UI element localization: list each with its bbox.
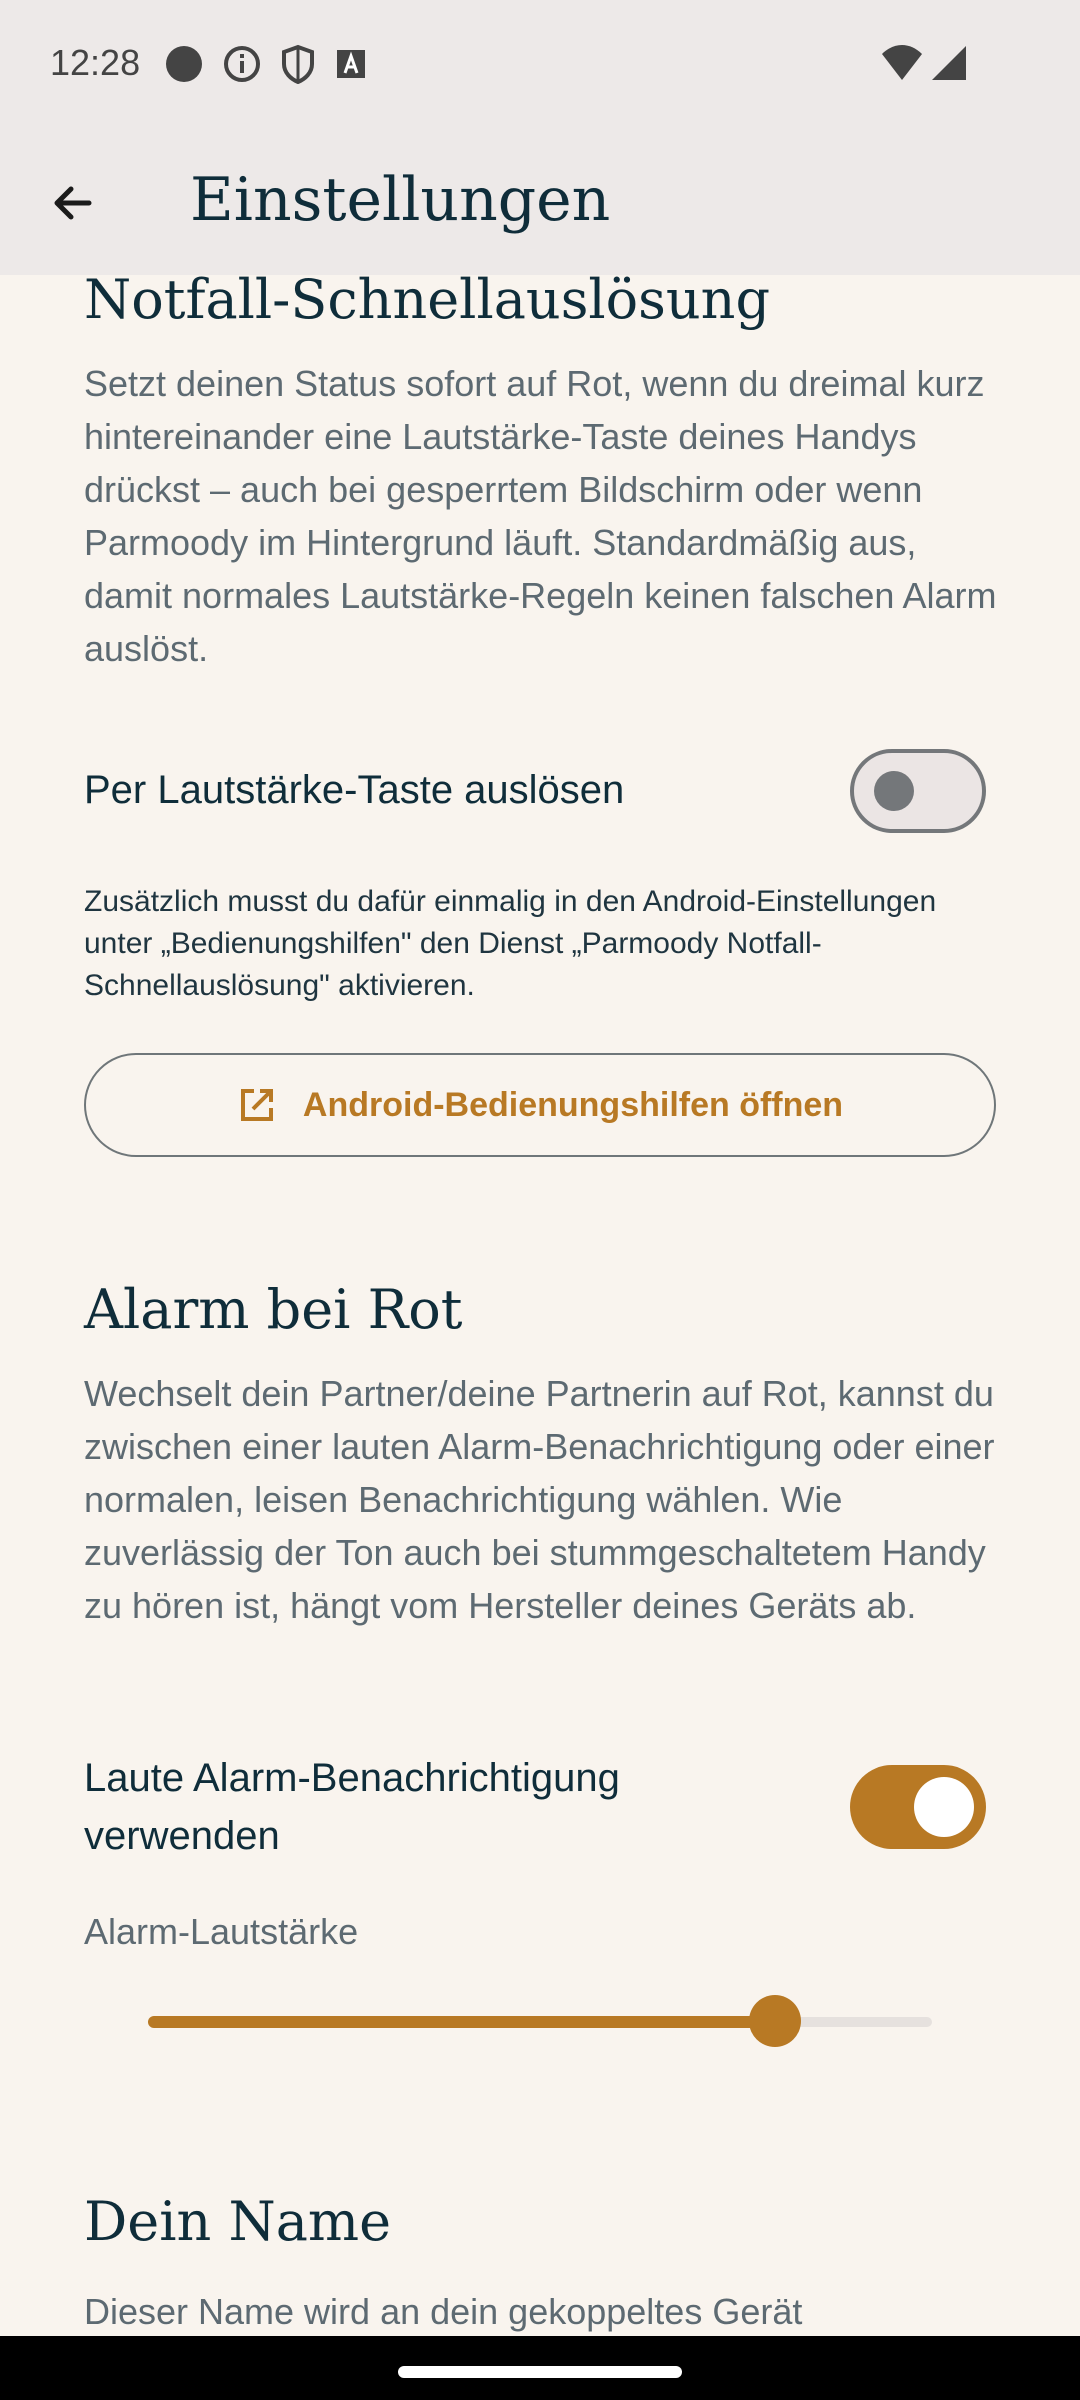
status-icons-right xyxy=(880,44,968,87)
alarm-volume-thumb[interactable] xyxy=(749,1995,802,2047)
alarm-volume-fill xyxy=(148,2016,776,2028)
cell-signal-icon xyxy=(930,44,968,87)
name-description: Dieser Name wird an dein gekoppeltes Ger… xyxy=(84,2291,803,2332)
shield-icon xyxy=(280,44,316,89)
arrow-left-icon xyxy=(54,186,92,220)
emergency-description: Setzt deinen Status sofort auf Rot, wenn… xyxy=(84,363,997,669)
alarm-section-title: Alarm bei Rot xyxy=(84,1278,463,1341)
navigation-bar xyxy=(0,2336,1080,2400)
name-section-title: Dein Name xyxy=(84,2190,392,2253)
back-button[interactable] xyxy=(30,160,116,246)
settings-content[interactable]: Notfall-Schnellauslösung Setzt deinen St… xyxy=(0,275,1080,2335)
status-bar: 12:28 xyxy=(0,0,1080,130)
accessibility-hint: Zusätzlich musst du dafür einmalig in de… xyxy=(84,885,937,1002)
alarm-description: Wechselt dein Partner/deine Partnerin au… xyxy=(84,1373,995,1626)
status-icons-left xyxy=(164,44,368,89)
loud-alarm-label: Laute Alarm-Benachrichtigung verwenden xyxy=(84,1756,620,1858)
record-dot-icon xyxy=(164,44,204,89)
keyboard-a-icon xyxy=(334,47,368,86)
alarm-volume-label: Alarm-Lautstärke xyxy=(84,1911,359,1952)
open-accessibility-button-label: Android-Bedienungshilfen öffnen xyxy=(302,1085,844,1124)
app-bar: Einstellungen xyxy=(0,130,1080,275)
toggle-knob xyxy=(874,771,914,811)
info-icon xyxy=(222,44,262,89)
loud-alarm-toggle[interactable] xyxy=(850,1765,986,1849)
open-external-icon xyxy=(240,1089,273,1121)
wifi-icon xyxy=(880,44,924,87)
emergency-section-title: Notfall-Schnellauslösung xyxy=(84,275,771,331)
volume-trigger-label: Per Lautstärke-Taste auslösen xyxy=(84,768,625,812)
status-time: 12:28 xyxy=(50,42,141,83)
home-gesture-handle[interactable] xyxy=(398,2366,682,2378)
toggle-knob xyxy=(914,1777,974,1837)
page-title: Einstellungen xyxy=(190,165,611,235)
open-accessibility-button[interactable]: Android-Bedienungshilfen öffnen xyxy=(84,1053,996,1157)
volume-trigger-toggle[interactable] xyxy=(850,749,986,833)
